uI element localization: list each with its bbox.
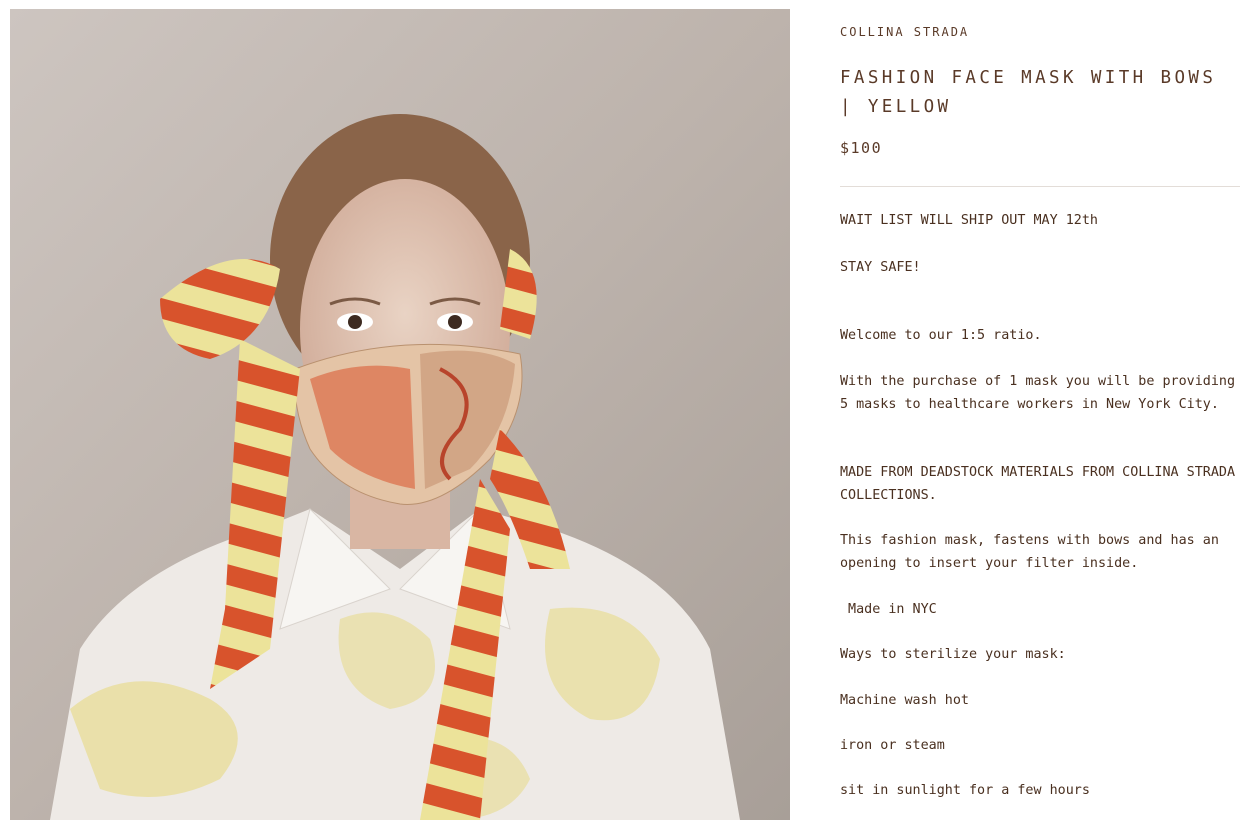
description-line: Made in NYC [840, 602, 937, 617]
description-line: WAIT LIST WILL SHIP OUT MAY 12th [840, 213, 1098, 228]
description-line: Ways to sterilize your mask: [840, 647, 1066, 662]
description-line: Welcome to our 1:5 ratio. [840, 328, 1042, 343]
description-line: Machine wash hot [840, 693, 969, 708]
vendor-name[interactable]: COLLINA STRADA [840, 25, 969, 39]
description-line: This fashion mask, fastens with bows and… [840, 533, 1219, 571]
divider [840, 186, 1240, 187]
product-photo-illustration [10, 9, 790, 820]
product-price: $100 [840, 139, 883, 157]
description-line: iron or steam [840, 738, 945, 753]
description-line: sit in sunlight for a few hours [840, 783, 1090, 798]
description-line: MADE FROM DEADSTOCK MATERIALS FROM COLLI… [840, 465, 1236, 503]
product-image[interactable] [10, 9, 790, 820]
description-line: STAY SAFE! [840, 260, 921, 275]
description-line: With the purchase of 1 mask you will be … [840, 374, 1236, 412]
product-title: FASHION FACE MASK WITH BOWS | YELLOW [840, 68, 1217, 117]
